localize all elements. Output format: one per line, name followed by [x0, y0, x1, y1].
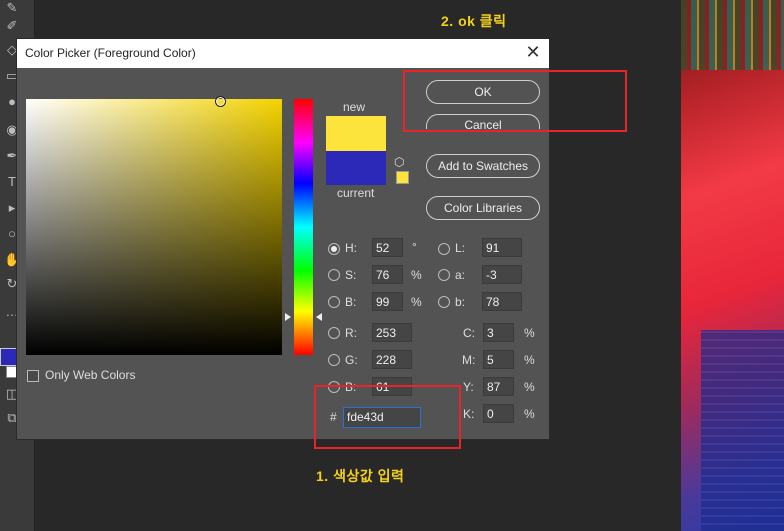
- red-radio[interactable]: [328, 327, 340, 339]
- annotation-step-hex: 1. 색상값 입력: [316, 468, 405, 484]
- hue-label: H:: [345, 241, 357, 255]
- hue-slider[interactable]: [294, 99, 313, 355]
- current-label: current: [337, 186, 375, 200]
- saturation-input[interactable]: 76: [372, 265, 403, 284]
- lab-b-label: b:: [455, 295, 466, 309]
- only-web-colors-checkbox[interactable]: [27, 370, 39, 382]
- dialog-titlebar: Color Picker (Foreground Color) ✕: [17, 39, 549, 68]
- annotation-step-ok: 2. ok 클릭: [441, 13, 507, 29]
- new-color-preview: [326, 116, 386, 151]
- new-label: new: [343, 100, 366, 114]
- cyan-unit: %: [524, 326, 535, 340]
- hue-unit: °: [412, 240, 417, 254]
- green-radio[interactable]: [328, 354, 340, 366]
- magenta-unit: %: [524, 353, 535, 367]
- hue-input[interactable]: 52: [372, 238, 403, 257]
- brightness-unit: %: [411, 295, 422, 309]
- canvas-roof-detail: [681, 0, 784, 70]
- magenta-label: M:: [462, 353, 476, 367]
- color-field-marker[interactable]: [215, 96, 226, 107]
- web-safe-cube-icon[interactable]: ⬡: [394, 155, 404, 169]
- close-icon[interactable]: ✕: [523, 42, 543, 62]
- healing-brush-icon[interactable]: ✐: [4, 18, 20, 34]
- black-unit: %: [524, 407, 535, 421]
- lab-a-radio[interactable]: [438, 269, 450, 281]
- lab-a-input[interactable]: -3: [482, 265, 522, 284]
- hue-slider-right-handle-icon[interactable]: [316, 313, 322, 321]
- hex-highlight-box: [314, 385, 461, 449]
- black-input[interactable]: 0: [483, 404, 514, 423]
- color-libraries-button[interactable]: Color Libraries: [426, 196, 540, 220]
- brightness-radio[interactable]: [328, 296, 340, 308]
- lab-b-radio[interactable]: [438, 296, 450, 308]
- lab-l-input[interactable]: 91: [482, 238, 522, 257]
- foreground-color-swatch[interactable]: [0, 348, 17, 366]
- current-color-preview[interactable]: [326, 151, 386, 185]
- canvas-building-detail: [701, 330, 784, 531]
- lab-l-label: L:: [455, 241, 466, 255]
- only-web-colors-label: Only Web Colors: [45, 368, 136, 382]
- cyan-input[interactable]: 3: [483, 323, 514, 342]
- yellow-label: Y:: [463, 380, 474, 394]
- red-input[interactable]: 253: [372, 323, 412, 342]
- saturation-radio[interactable]: [328, 269, 340, 281]
- brightness-input[interactable]: 99: [372, 292, 403, 311]
- black-label: K:: [463, 407, 475, 421]
- saturation-unit: %: [411, 268, 422, 282]
- lab-l-radio[interactable]: [438, 243, 450, 255]
- brightness-label: B:: [345, 295, 357, 309]
- yellow-input[interactable]: 87: [483, 377, 514, 396]
- red-label: R:: [345, 326, 357, 340]
- saturation-brightness-field[interactable]: [26, 99, 282, 355]
- lab-b-input[interactable]: 78: [482, 292, 522, 311]
- green-label: G:: [345, 353, 358, 367]
- dialog-title: Color Picker (Foreground Color): [25, 46, 196, 60]
- eyedropper-tool-icon[interactable]: ✎: [4, 0, 20, 16]
- hue-slider-left-handle-icon[interactable]: [285, 313, 291, 321]
- document-canvas-image: [681, 0, 784, 531]
- ok-highlight-box: [403, 70, 627, 132]
- saturation-label: S:: [345, 268, 357, 282]
- web-safe-color-chip[interactable]: [396, 171, 409, 184]
- magenta-input[interactable]: 5: [483, 350, 514, 369]
- green-input[interactable]: 228: [372, 350, 412, 369]
- cyan-label: C:: [463, 326, 475, 340]
- add-to-swatches-button[interactable]: Add to Swatches: [426, 154, 540, 178]
- lab-a-label: a:: [455, 268, 466, 282]
- yellow-unit: %: [524, 380, 535, 394]
- hue-radio[interactable]: [328, 243, 340, 255]
